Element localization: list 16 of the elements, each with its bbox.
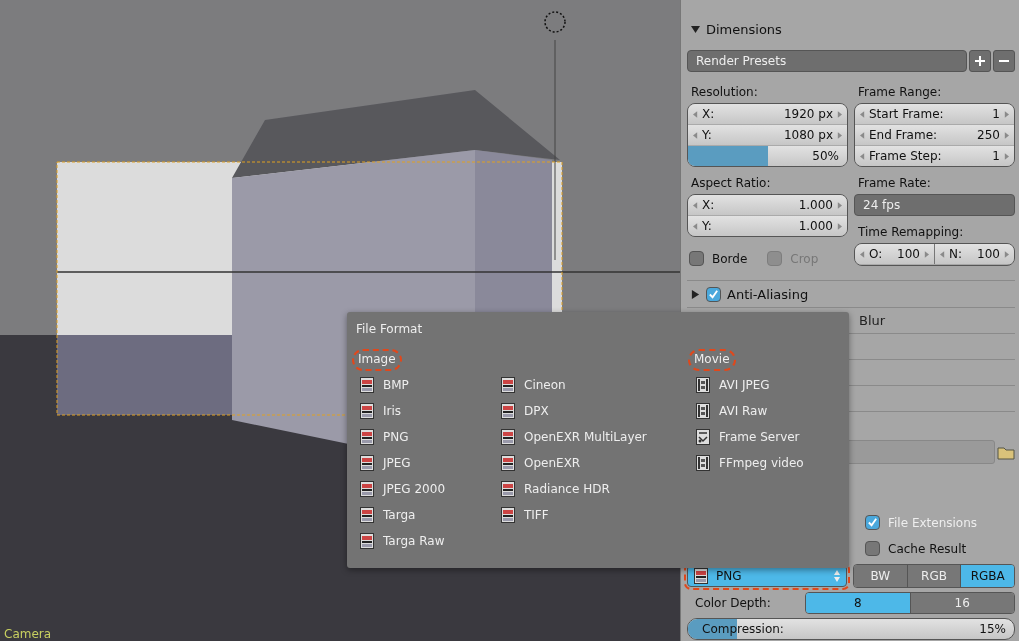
section-label: Frame Rate: xyxy=(857,175,932,192)
checkbox-label: Cache Result xyxy=(888,541,967,556)
section-label: Resolution: xyxy=(690,84,759,101)
menu-group-heading: Image xyxy=(355,352,399,368)
menu-title: File Format xyxy=(355,322,424,336)
section-label: Frame Range: xyxy=(857,84,943,101)
camera-label: Camera xyxy=(4,627,52,641)
checkbox-label: Borde xyxy=(712,251,748,266)
panel-title: Blur xyxy=(859,313,886,328)
checkbox-label: File Extensions xyxy=(888,515,978,530)
panel-title: Dimensions xyxy=(706,21,782,37)
color-depth-label: Color Depth: xyxy=(694,596,772,610)
section-label: Aspect Ratio: xyxy=(690,175,772,192)
section-label: Time Remapping: xyxy=(857,224,965,241)
panel-title: Anti-Aliasing xyxy=(727,286,809,302)
menu-group-heading: Movie xyxy=(691,352,733,368)
